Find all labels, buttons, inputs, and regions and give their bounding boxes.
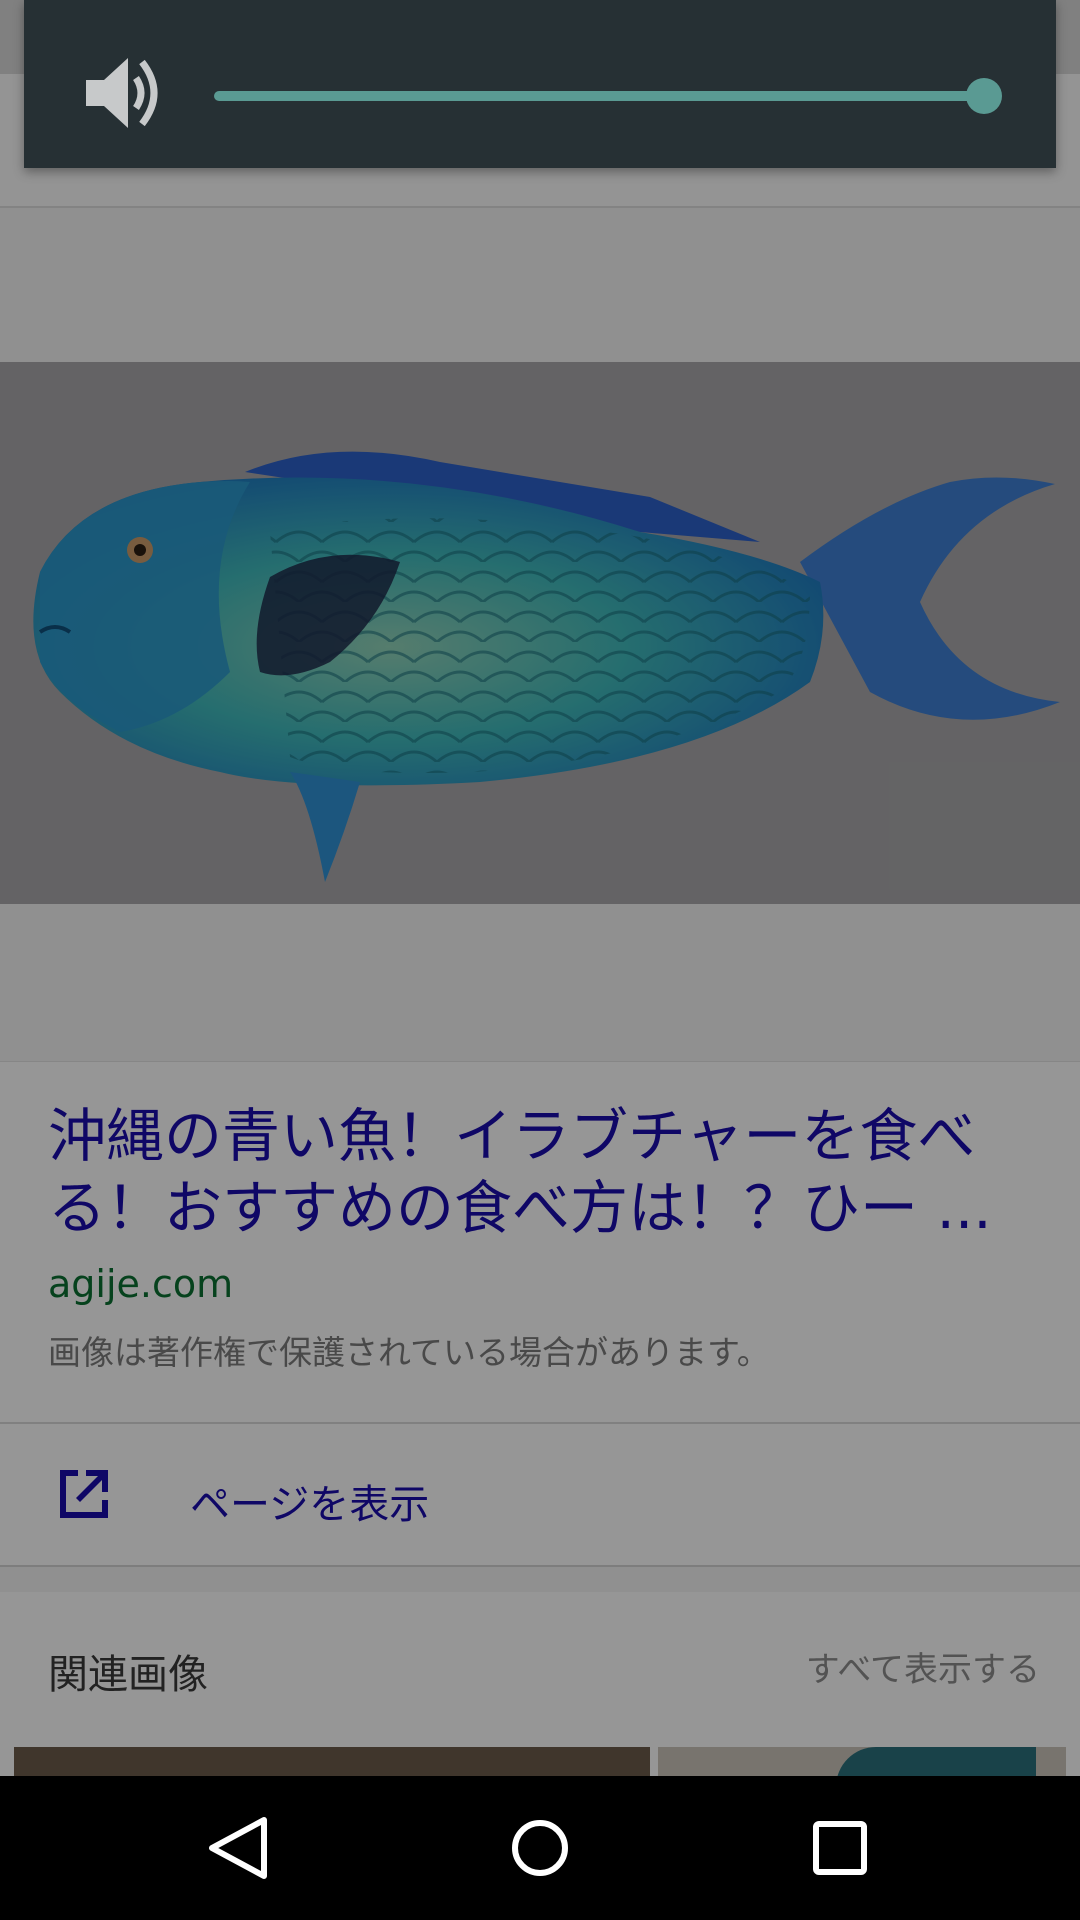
view-all-button[interactable]: すべて表示する bbox=[806, 1642, 1040, 1691]
copyright-note: 画像は著作権で保護されている場合があります。 bbox=[48, 1333, 770, 1372]
result-card: 沖縄の青い魚！イラブチャーを食べる！おすすめの食べ方は！？ひー ... agij… bbox=[0, 1061, 1080, 1567]
result-domain: agije.com bbox=[48, 1262, 234, 1306]
volume-panel bbox=[24, 0, 1056, 168]
image-viewer-page: 沖縄の青い魚！イラブチャーを食べる！おすすめの食べ方は！？ひー ... agij… bbox=[0, 0, 1080, 1776]
system-navbar bbox=[0, 1776, 1080, 1920]
speaker-icon[interactable] bbox=[82, 52, 164, 134]
related-images-card: 関連画像 すべて表示する bbox=[0, 1592, 1080, 1776]
recents-square-icon[interactable] bbox=[804, 1812, 876, 1884]
related-images-title: 関連画像 bbox=[48, 1652, 208, 1698]
visit-page-label: ページを表示 bbox=[190, 1482, 430, 1528]
related-thumbnail[interactable] bbox=[14, 1747, 650, 1776]
visit-page-button[interactable]: ページを表示 bbox=[0, 1424, 1080, 1568]
main-image[interactable] bbox=[0, 362, 1080, 904]
fish-image bbox=[0, 362, 1080, 904]
home-circle-icon[interactable] bbox=[504, 1812, 576, 1884]
related-thumbnail[interactable] bbox=[658, 1747, 1066, 1776]
volume-slider-track[interactable] bbox=[214, 91, 984, 101]
open-in-new-icon bbox=[60, 1470, 108, 1518]
result-title-link[interactable]: 沖縄の青い魚！イラブチャーを食べる！おすすめの食べ方は！？ひー ... bbox=[48, 1100, 1038, 1244]
back-triangle-icon[interactable] bbox=[204, 1812, 276, 1884]
volume-slider-thumb[interactable] bbox=[966, 78, 1002, 114]
